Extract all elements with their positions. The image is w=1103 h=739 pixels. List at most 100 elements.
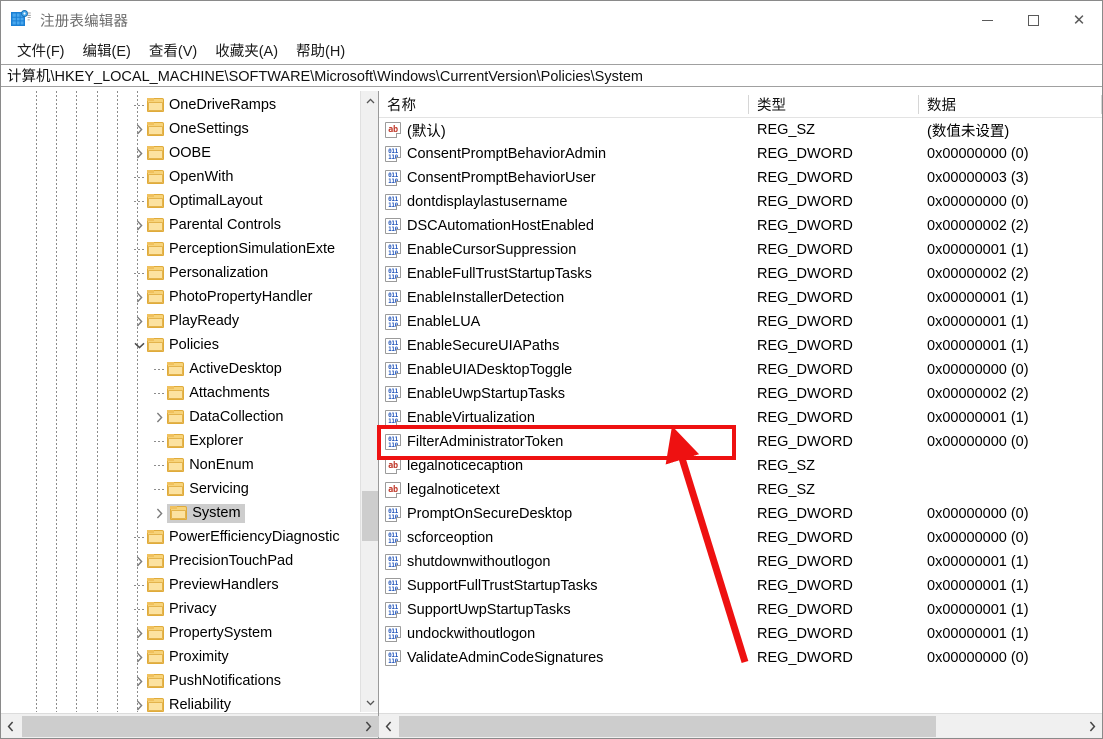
tree-item-content[interactable]: Attachments: [167, 385, 270, 401]
menu-help[interactable]: 帮助(H): [287, 39, 354, 62]
close-button[interactable]: ✕: [1056, 1, 1102, 39]
tree-item-playready[interactable]: PlayReady: [2, 309, 360, 333]
tree-vertical-scrollbar[interactable]: [360, 91, 378, 712]
value-name-cell[interactable]: 011 110 SupportUwpStartupTasks: [379, 602, 749, 618]
tree-item-content[interactable]: NonEnum: [167, 457, 254, 473]
value-row[interactable]: 011 110 SupportFullTrustStartupTasks REG_DW…: [379, 574, 1102, 598]
address-bar[interactable]: 计算机\HKEY_LOCAL_MACHINE\SOFTWARE\Microsof…: [1, 64, 1102, 87]
tree-item-personalization[interactable]: Personalization: [2, 261, 360, 285]
value-row[interactable]: 011 110 SupportUwpStartupTasks REG_DWORD 0x0…: [379, 598, 1102, 622]
chevron-right-icon[interactable]: [131, 213, 147, 237]
value-row[interactable]: 011 110 EnableLUA REG_DWORD 0x00000001 (1): [379, 310, 1102, 334]
value-name-cell[interactable]: 011 110 shutdownwithoutlogon: [379, 554, 749, 570]
value-name-cell[interactable]: 011 110 undockwithoutlogon: [379, 626, 749, 642]
chevron-right-icon[interactable]: [131, 645, 147, 669]
tree-item-content[interactable]: Policies: [147, 337, 219, 353]
value-name-cell[interactable]: ab legalnoticetext: [379, 482, 749, 498]
menu-view[interactable]: 查看(V): [140, 39, 206, 62]
value-row[interactable]: 011 110 shutdownwithoutlogon REG_DWORD 0x000…: [379, 550, 1102, 574]
value-row[interactable]: 011 110 FilterAdministratorToken REG_DWORD 0…: [379, 430, 1102, 454]
tree-item-content[interactable]: PropertySystem: [147, 625, 272, 641]
maximize-button[interactable]: [1010, 1, 1056, 39]
tree-item-content[interactable]: OneSettings: [147, 121, 249, 137]
chevron-right-icon[interactable]: [131, 309, 147, 333]
value-name-cell[interactable]: 011 110 EnableInstallerDetection: [379, 290, 749, 306]
list-hscroll-thumb[interactable]: [399, 716, 936, 737]
value-row[interactable]: ab legalnoticetext REG_SZ: [379, 478, 1102, 502]
tree-item-reliability[interactable]: Reliability: [2, 693, 360, 712]
tree-item-privacy[interactable]: Privacy: [2, 597, 360, 621]
key-tree[interactable]: OneDriveRamps OneSettings OOBE OpenWith Opti…: [2, 91, 360, 712]
chevron-right-icon[interactable]: [131, 693, 147, 712]
chevron-right-icon[interactable]: [131, 669, 147, 693]
tree-item-precisiontouchpad[interactable]: PrecisionTouchPad: [2, 549, 360, 573]
tree-scroll-thumb[interactable]: [362, 491, 378, 541]
value-row[interactable]: 011 110 ConsentPromptBehaviorAdmin REG_DWOR…: [379, 142, 1102, 166]
value-name-cell[interactable]: 011 110 ValidateAdminCodeSignatures: [379, 650, 749, 666]
tree-item-propertysystem[interactable]: PropertySystem: [2, 621, 360, 645]
tree-item-content[interactable]: ActiveDesktop: [167, 361, 282, 377]
tree-scroll-up-icon[interactable]: [361, 91, 379, 110]
list-scroll-left-icon[interactable]: [379, 714, 398, 738]
tree-item-onedriveramps[interactable]: OneDriveRamps: [2, 93, 360, 117]
tree-item-content[interactable]: System: [167, 503, 245, 523]
tree-horizontal-scrollbar[interactable]: [1, 713, 570, 738]
tree-item-content[interactable]: PhotoPropertyHandler: [147, 289, 312, 305]
tree-item-content[interactable]: DataCollection: [167, 409, 284, 425]
tree-item-explorer[interactable]: Explorer: [2, 429, 360, 453]
tree-item-content[interactable]: Explorer: [167, 433, 243, 449]
tree-item-content[interactable]: Privacy: [147, 601, 217, 617]
minimize-button[interactable]: [964, 1, 1010, 39]
tree-item-servicing[interactable]: Servicing: [2, 477, 360, 501]
tree-item-photopropertyhandler[interactable]: PhotoPropertyHandler: [2, 285, 360, 309]
column-header-name[interactable]: 名称: [379, 91, 749, 118]
value-name-cell[interactable]: 011 110 EnableVirtualization: [379, 410, 749, 426]
tree-item-content[interactable]: PowerEfficiencyDiagnostic: [147, 529, 340, 545]
column-header-type[interactable]: 类型: [749, 91, 919, 118]
value-name-cell[interactable]: 011 110 EnableUIADesktopToggle: [379, 362, 749, 378]
value-row[interactable]: 011 110 ConsentPromptBehaviorUser REG_DWORD…: [379, 166, 1102, 190]
value-name-cell[interactable]: 011 110 scforceoption: [379, 530, 749, 546]
value-row[interactable]: 011 110 EnableCursorSuppression REG_DWORD 0x…: [379, 238, 1102, 262]
tree-item-system[interactable]: System: [2, 501, 360, 525]
chevron-right-icon[interactable]: [131, 285, 147, 309]
tree-item-activedesktop[interactable]: ActiveDesktop: [2, 357, 360, 381]
value-name-cell[interactable]: 011 110 PromptOnSecureDesktop: [379, 506, 749, 522]
tree-item-previewhandlers[interactable]: PreviewHandlers: [2, 573, 360, 597]
value-list[interactable]: 名称 类型 数据 ab (默认) REG_SZ (数值未设置) 011 110 Consen…: [379, 91, 1102, 712]
tree-item-content[interactable]: OptimalLayout: [147, 193, 263, 209]
tree-item-content[interactable]: Parental Controls: [147, 217, 281, 233]
tree-item-pushnotifications[interactable]: PushNotifications: [2, 669, 360, 693]
value-row[interactable]: 011 110 dontdisplaylastusername REG_DWORD 0x…: [379, 190, 1102, 214]
tree-item-openwith[interactable]: OpenWith: [2, 165, 360, 189]
tree-item-optimallayout[interactable]: OptimalLayout: [2, 189, 360, 213]
tree-scroll-down-icon[interactable]: [361, 693, 379, 712]
value-name-cell[interactable]: 011 110 FilterAdministratorToken: [379, 434, 749, 450]
tree-scroll-left-icon[interactable]: [1, 714, 20, 738]
chevron-right-icon[interactable]: [151, 501, 167, 525]
value-name-cell[interactable]: 011 110 dontdisplaylastusername: [379, 194, 749, 210]
tree-item-content[interactable]: OneDriveRamps: [147, 97, 276, 113]
value-name-cell[interactable]: 011 110 ConsentPromptBehaviorUser: [379, 170, 749, 186]
tree-item-content[interactable]: Reliability: [147, 697, 231, 712]
list-scroll-right-icon[interactable]: [1083, 714, 1102, 738]
value-name-cell[interactable]: 011 110 EnableUwpStartupTasks: [379, 386, 749, 402]
chevron-down-icon[interactable]: [131, 333, 147, 357]
value-name-cell[interactable]: 011 110 DSCAutomationHostEnabled: [379, 218, 749, 234]
tree-item-content[interactable]: Personalization: [147, 265, 268, 281]
tree-item-powerefficiencydiagnostic[interactable]: PowerEfficiencyDiagnostic: [2, 525, 360, 549]
tree-item-content[interactable]: OOBE: [147, 145, 211, 161]
registry-path[interactable]: 计算机\HKEY_LOCAL_MACHINE\SOFTWARE\Microsof…: [1, 65, 643, 86]
value-row[interactable]: ab legalnoticecaption REG_SZ: [379, 454, 1102, 478]
menu-file[interactable]: 文件(F): [8, 39, 74, 62]
column-header-data[interactable]: 数据: [919, 91, 1102, 118]
value-row[interactable]: 011 110 EnableFullTrustStartupTasks REG_DWO…: [379, 262, 1102, 286]
chevron-right-icon[interactable]: [131, 621, 147, 645]
value-name-cell[interactable]: 011 110 SupportFullTrustStartupTasks: [379, 578, 749, 594]
chevron-right-icon[interactable]: [151, 405, 167, 429]
tree-item-content[interactable]: OpenWith: [147, 169, 233, 185]
value-row[interactable]: 011 110 DSCAutomationHostEnabled REG_DWORD 0…: [379, 214, 1102, 238]
value-row[interactable]: 011 110 undockwithoutlogon REG_DWORD 0x00000…: [379, 622, 1102, 646]
tree-item-content[interactable]: PerceptionSimulationExte: [147, 241, 335, 257]
tree-item-onesettings[interactable]: OneSettings: [2, 117, 360, 141]
